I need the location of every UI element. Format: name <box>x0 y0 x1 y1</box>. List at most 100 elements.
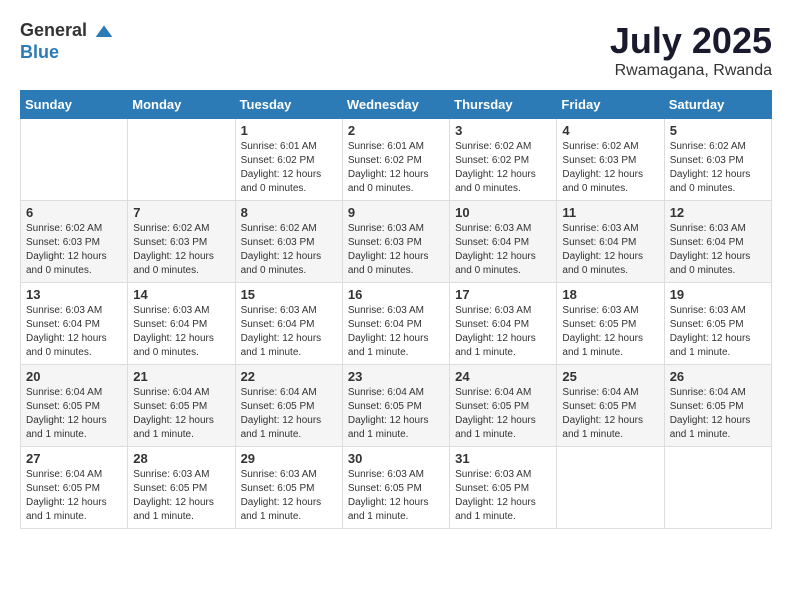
calendar-cell: 18Sunrise: 6:03 AM Sunset: 6:05 PM Dayli… <box>557 283 664 365</box>
day-info: Sunrise: 6:04 AM Sunset: 6:05 PM Dayligh… <box>241 386 337 442</box>
day-number: 11 <box>562 205 658 220</box>
calendar-cell <box>21 119 128 201</box>
day-header-sunday: Sunday <box>21 91 128 119</box>
day-number: 26 <box>670 369 766 384</box>
calendar-cell: 9 Sunrise: 6:03 AM Sunset: 6:03 PM Daylig… <box>342 201 449 283</box>
logo-text: General Blue <box>20 20 114 63</box>
calendar-cell: 19 Sunrise: 6:03 AM Sunset: 6:05 PM Dayli… <box>664 283 771 365</box>
day-number: 23 <box>348 369 444 384</box>
day-number: 12 <box>670 205 766 220</box>
day-info: Sunrise: 6:03 AM Sunset: 6:05 PM Dayligh… <box>348 468 444 524</box>
calendar-cell: 5 Sunrise: 6:02 AM Sunset: 6:03 PM Daylig… <box>664 119 771 201</box>
calendar-cell: 20Sunrise: 6:04 AM Sunset: 6:05 PM Dayli… <box>21 365 128 447</box>
days-header-row: SundayMondayTuesdayWednesdayThursdayFrid… <box>21 91 772 119</box>
day-info: Sunrise: 6:04 AM Sunset: 6:05 PM Dayligh… <box>133 386 229 442</box>
logo-general: General <box>20 23 114 40</box>
logo-blue: Blue <box>20 42 59 62</box>
calendar-cell: 10Sunrise: 6:03 AM Sunset: 6:04 PM Dayli… <box>450 201 557 283</box>
day-info: Sunrise: 6:03 AM Sunset: 6:04 PM Dayligh… <box>562 222 658 278</box>
location: Rwamagana, Rwanda <box>610 62 772 80</box>
calendar-cell: 29 Sunrise: 6:03 AM Sunset: 6:05 PM Dayli… <box>235 447 342 529</box>
day-info: Sunrise: 6:03 AM Sunset: 6:05 PM Dayligh… <box>133 468 229 524</box>
day-info: Sunrise: 6:03 AM Sunset: 6:04 PM Dayligh… <box>26 304 122 360</box>
day-info: Sunrise: 6:04 AM Sunset: 6:05 PM Dayligh… <box>26 468 122 524</box>
day-number: 16 <box>348 287 444 302</box>
day-number: 21 <box>133 369 229 384</box>
day-info: Sunrise: 6:04 AM Sunset: 6:05 PM Dayligh… <box>455 386 551 442</box>
calendar-cell: 21 Sunrise: 6:04 AM Sunset: 6:05 PM Dayli… <box>128 365 235 447</box>
day-number: 10 <box>455 205 551 220</box>
calendar-cell: 6 Sunrise: 6:02 AM Sunset: 6:03 PM Daylig… <box>21 201 128 283</box>
calendar-cell: 28 Sunrise: 6:03 AM Sunset: 6:05 PM Dayli… <box>128 447 235 529</box>
day-number: 18 <box>562 287 658 302</box>
week-row-2: 6 Sunrise: 6:02 AM Sunset: 6:03 PM Daylig… <box>21 201 772 283</box>
calendar-cell: 4 Sunrise: 6:02 AM Sunset: 6:03 PM Daylig… <box>557 119 664 201</box>
day-info: Sunrise: 6:03 AM Sunset: 6:05 PM Dayligh… <box>241 468 337 524</box>
calendar-cell: 30 Sunrise: 6:03 AM Sunset: 6:05 PM Dayli… <box>342 447 449 529</box>
day-info: Sunrise: 6:02 AM Sunset: 6:03 PM Dayligh… <box>562 140 658 196</box>
calendar-cell <box>128 119 235 201</box>
day-header-wednesday: Wednesday <box>342 91 449 119</box>
day-info: Sunrise: 6:02 AM Sunset: 6:03 PM Dayligh… <box>26 222 122 278</box>
day-info: Sunrise: 6:02 AM Sunset: 6:03 PM Dayligh… <box>241 222 337 278</box>
day-number: 3 <box>455 123 551 138</box>
calendar-cell: 22 Sunrise: 6:04 AM Sunset: 6:05 PM Dayli… <box>235 365 342 447</box>
day-number: 17 <box>455 287 551 302</box>
day-info: Sunrise: 6:03 AM Sunset: 6:05 PM Dayligh… <box>455 468 551 524</box>
calendar-cell: 16 Sunrise: 6:03 AM Sunset: 6:04 PM Dayli… <box>342 283 449 365</box>
day-info: Sunrise: 6:04 AM Sunset: 6:05 PM Dayligh… <box>562 386 658 442</box>
day-header-saturday: Saturday <box>664 91 771 119</box>
day-number: 30 <box>348 451 444 466</box>
day-number: 25 <box>562 369 658 384</box>
title-area: July 2025 Rwamagana, Rwanda <box>610 20 772 80</box>
calendar-cell: 13 Sunrise: 6:03 AM Sunset: 6:04 PM Dayli… <box>21 283 128 365</box>
calendar-cell: 15 Sunrise: 6:03 AM Sunset: 6:04 PM Dayli… <box>235 283 342 365</box>
day-number: 22 <box>241 369 337 384</box>
day-header-tuesday: Tuesday <box>235 91 342 119</box>
week-row-4: 20 Sunrise: 6:04 AM Sunset: 6:05 PM Dayli… <box>21 365 772 447</box>
calendar-cell: 2Sunrise: 6:01 AM Sunset: 6:02 PM Daylig… <box>342 119 449 201</box>
day-info: Sunrise: 6:02 AM Sunset: 6:03 PM Dayligh… <box>670 140 766 196</box>
calendar-cell: 14 Sunrise: 6:03 AM Sunset: 6:04 PM Dayli… <box>128 283 235 365</box>
day-number: 6 <box>26 205 122 220</box>
day-info: Sunrise: 6:02 AM Sunset: 6:02 PM Dayligh… <box>455 140 551 196</box>
logo: General Blue <box>20 20 114 63</box>
calendar-cell: 31 Sunrise: 6:03 AM Sunset: 6:05 PM Dayli… <box>450 447 557 529</box>
day-info: Sunrise: 6:04 AM Sunset: 6:05 PM Dayligh… <box>348 386 444 442</box>
day-number: 14 <box>133 287 229 302</box>
day-number: 28 <box>133 451 229 466</box>
day-number: 4 <box>562 123 658 138</box>
day-number: 15 <box>241 287 337 302</box>
day-info: Sunrise: 6:03 AM Sunset: 6:04 PM Dayligh… <box>455 304 551 360</box>
week-row-1: 1Sunrise: 6:01 AM Sunset: 6:02 PM Daylig… <box>21 119 772 201</box>
calendar: SundayMondayTuesdayWednesdayThursdayFrid… <box>20 90 772 529</box>
day-number: 31 <box>455 451 551 466</box>
day-number: 13 <box>26 287 122 302</box>
day-info: Sunrise: 6:03 AM Sunset: 6:04 PM Dayligh… <box>133 304 229 360</box>
day-info: Sunrise: 6:03 AM Sunset: 6:04 PM Dayligh… <box>241 304 337 360</box>
calendar-cell: 3 Sunrise: 6:02 AM Sunset: 6:02 PM Daylig… <box>450 119 557 201</box>
calendar-header: SundayMondayTuesdayWednesdayThursdayFrid… <box>21 91 772 119</box>
calendar-cell <box>557 447 664 529</box>
day-info: Sunrise: 6:02 AM Sunset: 6:03 PM Dayligh… <box>133 222 229 278</box>
calendar-cell: 24Sunrise: 6:04 AM Sunset: 6:05 PM Dayli… <box>450 365 557 447</box>
calendar-body: 1Sunrise: 6:01 AM Sunset: 6:02 PM Daylig… <box>21 119 772 529</box>
day-info: Sunrise: 6:03 AM Sunset: 6:03 PM Dayligh… <box>348 222 444 278</box>
day-number: 19 <box>670 287 766 302</box>
day-info: Sunrise: 6:01 AM Sunset: 6:02 PM Dayligh… <box>241 140 337 196</box>
day-info: Sunrise: 6:03 AM Sunset: 6:04 PM Dayligh… <box>348 304 444 360</box>
day-header-friday: Friday <box>557 91 664 119</box>
day-info: Sunrise: 6:03 AM Sunset: 6:04 PM Dayligh… <box>670 222 766 278</box>
day-number: 5 <box>670 123 766 138</box>
calendar-cell: 25 Sunrise: 6:04 AM Sunset: 6:05 PM Dayli… <box>557 365 664 447</box>
day-number: 20 <box>26 369 122 384</box>
day-header-monday: Monday <box>128 91 235 119</box>
day-number: 29 <box>241 451 337 466</box>
day-number: 9 <box>348 205 444 220</box>
calendar-cell: 17 Sunrise: 6:03 AM Sunset: 6:04 PM Dayli… <box>450 283 557 365</box>
logo-icon <box>94 22 114 42</box>
calendar-cell: 27Sunrise: 6:04 AM Sunset: 6:05 PM Dayli… <box>21 447 128 529</box>
week-row-3: 13 Sunrise: 6:03 AM Sunset: 6:04 PM Dayli… <box>21 283 772 365</box>
calendar-cell: 12 Sunrise: 6:03 AM Sunset: 6:04 PM Dayli… <box>664 201 771 283</box>
day-info: Sunrise: 6:03 AM Sunset: 6:05 PM Dayligh… <box>670 304 766 360</box>
